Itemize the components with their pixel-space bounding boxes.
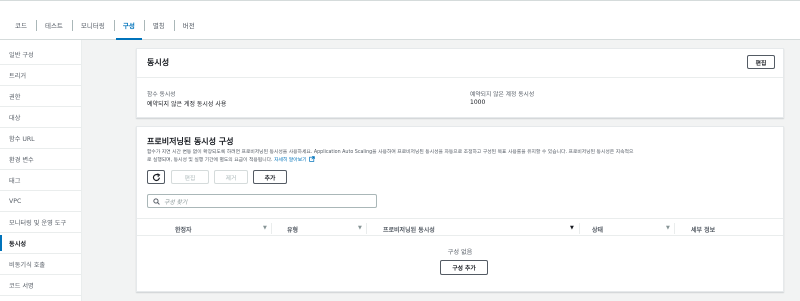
column-header-provisioned-concurrency[interactable]: 프로비저닝된 동시성 — [383, 225, 435, 234]
sidebar-item-environment-variables[interactable]: 환경 변수 — [0, 149, 82, 170]
sort-down-icon[interactable]: ▼ — [358, 225, 362, 231]
column-separator — [271, 223, 272, 234]
sidebar-item-permissions[interactable]: 권한 — [0, 86, 82, 107]
configuration-sidebar: 일반 구성 트리거 권한 대상 함수 URL 환경 변수 태그 VPC 모니터링… — [0, 40, 82, 301]
concurrency-title: 동시성 — [147, 58, 170, 67]
sidebar-item-vpc[interactable]: VPC — [0, 191, 82, 212]
sort-down-icon[interactable]: ▼ — [263, 225, 267, 231]
column-separator — [366, 223, 367, 234]
column-separator — [674, 223, 675, 234]
table-top-divider — [137, 218, 783, 219]
function-concurrency-value: 예약되지 않은 계정 동시성 사용 — [147, 101, 227, 108]
provisioned-concurrency-description: 함수가 지연 시간 변동 없이 확장되도록 하려면 프로비저닝된 동시성을 사용… — [147, 149, 787, 164]
sidebar-item-triggers[interactable]: 트리거 — [0, 65, 82, 86]
sidebar-item-tags[interactable]: 태그 — [0, 170, 82, 191]
column-header-status[interactable]: 상태 — [592, 225, 603, 234]
remove-button[interactable]: 제거 — [214, 170, 248, 184]
description-text-line2: 로 실행되며, 동시성 및 실행 기간에 별도의 요금이 적용됩니다. — [147, 158, 273, 163]
sidebar-item-monitoring-tools[interactable]: 모니터링 및 운영 도구 — [0, 212, 82, 233]
search-placeholder: 구성 찾기 — [164, 199, 188, 206]
edit-provisioned-button[interactable]: 편집 — [171, 170, 209, 184]
external-link-icon[interactable] — [308, 156, 315, 162]
function-concurrency-label: 함수 동시성 — [147, 92, 176, 98]
unreserved-concurrency-label: 예약되지 않은 계정 동시성 — [470, 92, 535, 98]
tab-monitoring[interactable]: 모니터링 — [71, 10, 114, 40]
tab-list: 코드 테스트 모니터링 구성 별칭 버전 — [6, 10, 204, 40]
sidebar-item-concurrency[interactable]: 동시성 — [0, 233, 82, 254]
panel-divider — [137, 77, 783, 78]
empty-state-text: 구성 없음 — [447, 249, 473, 256]
column-header-details[interactable]: 세부 정보 — [691, 225, 715, 234]
top-divider — [0, 0, 800, 1]
edit-concurrency-button[interactable]: 편집 — [747, 55, 775, 69]
provisioned-concurrency-title: 프로비저닝된 동시성 구성 — [147, 137, 234, 146]
add-configuration-button[interactable]: 구성 추가 — [440, 260, 488, 275]
tab-configuration[interactable]: 구성 — [113, 10, 144, 40]
concurrency-panel: 동시성 편집 함수 동시성 예약되지 않은 계정 동시성 사용 예약되지 않은 … — [136, 48, 784, 118]
column-header-qualifier[interactable]: 한정자 — [175, 225, 192, 234]
sort-down-icon[interactable]: ▼ — [570, 225, 574, 231]
column-header-type[interactable]: 유형 — [287, 225, 298, 234]
sort-down-icon[interactable]: ▼ — [666, 225, 670, 231]
add-button[interactable]: 추가 — [253, 170, 287, 184]
refresh-icon — [152, 172, 160, 181]
description-text: 함수가 지연 시간 변동 없이 확장되도록 하려면 프로비저닝된 동시성을 사용… — [147, 150, 634, 155]
table-header-divider — [137, 235, 783, 236]
sidebar-item-function-url[interactable]: 함수 URL — [0, 128, 82, 149]
search-icon — [153, 197, 160, 205]
tab-test[interactable]: 테스트 — [35, 10, 72, 40]
tab-code[interactable]: 코드 — [6, 10, 36, 40]
provisioned-concurrency-panel: 프로비저닝된 동시성 구성 함수가 지연 시간 변동 없이 확장되도록 하려면 … — [136, 126, 784, 292]
sidebar-item-destinations[interactable]: 대상 — [0, 107, 82, 128]
sidebar-item-general[interactable]: 일반 구성 — [0, 44, 82, 65]
search-input[interactable]: 구성 찾기 — [147, 194, 377, 208]
tab-bar: 코드 테스트 모니터링 구성 별칭 버전 — [0, 0, 800, 40]
sidebar-item-async-invocation[interactable]: 비동기식 호출 — [0, 254, 82, 275]
unreserved-concurrency-value: 1000 — [470, 99, 486, 106]
learn-more-link[interactable]: 자세히 알아보기 — [274, 158, 306, 163]
column-separator — [579, 223, 580, 234]
tab-versions[interactable]: 버전 — [173, 10, 204, 40]
sidebar-item-code-signing[interactable]: 코드 서명 — [0, 275, 82, 296]
refresh-button[interactable] — [147, 170, 165, 184]
tab-aliases[interactable]: 별칭 — [143, 10, 174, 40]
